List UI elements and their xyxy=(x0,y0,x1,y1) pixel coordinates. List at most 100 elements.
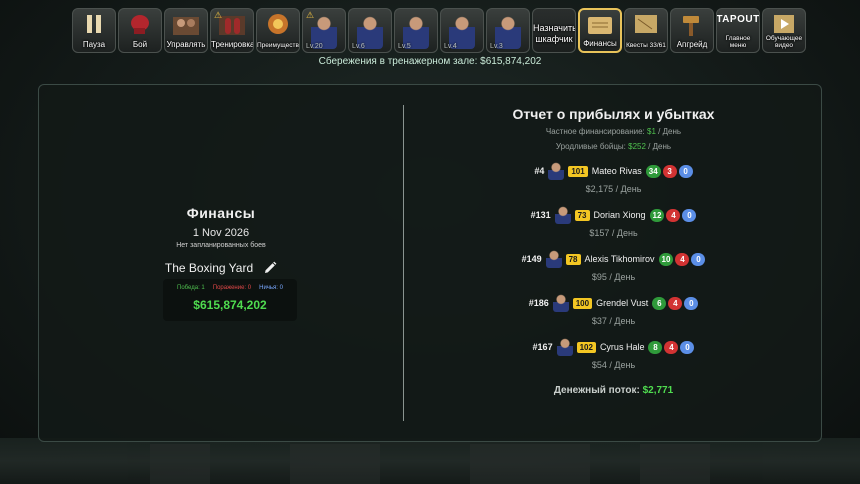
training-label: Тренировка xyxy=(211,40,254,49)
tutorial-video-label: Обучающее видео xyxy=(765,35,803,49)
fighter-name: Mateo Rivas xyxy=(591,166,642,176)
losses-pill: 4 xyxy=(664,340,679,354)
fighter-avatar xyxy=(545,250,562,268)
tutorial-video-button[interactable]: Обучающее видео xyxy=(762,8,806,53)
draws-pill: 0 xyxy=(678,164,693,178)
fighter-name: Cyrus Hale xyxy=(599,342,645,352)
main-menu-button[interactable]: TAPOUT Главное меню xyxy=(716,8,760,53)
manage-button[interactable]: Управлять xyxy=(164,8,208,53)
pnl-title: Отчет о прибылях и убытках xyxy=(512,106,715,122)
wins-pill: 10 xyxy=(658,252,674,266)
gym-money: $615,874,202 xyxy=(193,298,267,312)
wins-pill: 8 xyxy=(648,340,663,354)
fighter-5-button[interactable]: Lv.3 xyxy=(486,8,530,53)
gym-name: The Boxing Yard xyxy=(164,261,254,275)
losses-pill: 4 xyxy=(668,296,683,310)
fighter-row[interactable]: #186 100 Grendel Vust 6 4 0 xyxy=(404,294,823,312)
wins-pill: 34 xyxy=(645,164,661,178)
fighter-avatar xyxy=(556,338,573,356)
fighter-2-button[interactable]: Lv.6 xyxy=(348,8,392,53)
draws-pill: 0 xyxy=(680,340,695,354)
profit-loss-statement: Отчет о прибылях и убытках Частное финан… xyxy=(404,85,823,441)
draws-pill: 0 xyxy=(682,208,697,222)
fighter-rank: #186 xyxy=(528,298,549,308)
fighter-1-button[interactable]: ⚠ Lv.20 xyxy=(302,8,346,53)
warning-icon: ⚠ xyxy=(214,10,223,20)
wins-text: Победа: 1 xyxy=(177,285,205,291)
current-date: 1 Nov 2026 xyxy=(192,227,250,239)
main-menu-label: Главное меню xyxy=(725,35,751,49)
fighter-3-button[interactable]: Lv.5 xyxy=(394,8,438,53)
losses-pill: 3 xyxy=(662,164,677,178)
fighter-level: Lv.20 xyxy=(306,43,323,50)
draws-text: Ничья: 0 xyxy=(259,285,283,291)
fighter-row[interactable]: #167 102 Cyrus Hale 8 4 0 xyxy=(404,338,823,356)
fighter-name: Grendel Vust xyxy=(596,298,649,308)
fighter-rating: 73 xyxy=(574,209,590,221)
fighter-row[interactable]: #4 101 Mateo Rivas 34 3 0 xyxy=(404,162,823,180)
quests-label: Квесты 33/61 xyxy=(626,42,666,49)
assign-locker-button[interactable]: Назначить шкафчик xyxy=(532,8,576,53)
fight-label: Бой xyxy=(132,40,148,49)
fighter-pay: $157 / День xyxy=(589,228,638,238)
perks-label: Преимущества xyxy=(257,42,300,49)
fighter-level: Lv.6 xyxy=(352,43,365,50)
fighter-rank: #149 xyxy=(521,254,542,264)
fighter-pay: $37 / День xyxy=(591,316,636,326)
fighter-rank: #131 xyxy=(530,210,551,220)
pause-button[interactable]: Пауза xyxy=(72,8,116,53)
perks-button[interactable]: Преимущества xyxy=(256,8,300,53)
cashflow-label: Денежный поток: xyxy=(553,385,640,396)
losses-pill: 4 xyxy=(675,252,690,266)
upgrade-button[interactable]: Апгрейд xyxy=(670,8,714,53)
top-toolbar: Пауза Бой Управлять ⚠ Тренировка Преимущ… xyxy=(72,8,806,53)
record-line: Победа: 1 Поражение: 0 Ничья: 0 xyxy=(163,285,297,291)
pause-label: Пауза xyxy=(82,40,106,49)
fighter-row[interactable]: #131 73 Dorian Xiong 12 4 0 xyxy=(404,206,823,224)
manage-label: Управлять xyxy=(166,40,206,49)
wins-pill: 12 xyxy=(649,208,665,222)
assign-locker-label: Назначить шкафчик xyxy=(533,23,576,44)
finances-summary: Финансы 1 Nov 2026 Нет запланированных б… xyxy=(39,85,403,441)
pencil-icon[interactable] xyxy=(263,261,277,275)
fighter-level: Lv.5 xyxy=(398,43,411,50)
losses-text: Поражение: 0 xyxy=(212,285,252,291)
fighter-rank: #167 xyxy=(532,342,553,352)
fighter-pay: $2,175 / День xyxy=(585,184,642,194)
record-box: Победа: 1 Поражение: 0 Ничья: 0 $615,874… xyxy=(163,279,297,321)
upgrade-label: Апгрейд xyxy=(676,40,708,49)
fighter-row[interactable]: #149 78 Alexis Tikhomirov 10 4 0 xyxy=(404,250,823,268)
fighter-rating: 102 xyxy=(576,341,596,353)
fighter-avatar xyxy=(552,294,569,312)
fighter-level: Lv.3 xyxy=(490,43,503,50)
fighter-rank: #4 xyxy=(534,166,545,176)
warning-icon: ⚠ xyxy=(306,10,315,20)
finances-button[interactable]: Финансы xyxy=(578,8,622,53)
fighter-pay: $95 / День xyxy=(591,272,636,282)
fight-button[interactable]: Бой xyxy=(118,8,162,53)
fighter-4-button[interactable]: Lv.4 xyxy=(440,8,484,53)
no-matches-text: Нет запланированных боев xyxy=(176,242,266,249)
fighter-rating: 78 xyxy=(565,253,581,265)
draws-pill: 0 xyxy=(691,252,706,266)
gym-name-row: The Boxing Yard xyxy=(39,261,403,275)
cashflow-value: $2,771 xyxy=(642,385,674,396)
gym-savings: Сбережения в тренажерном зале: $615,874,… xyxy=(318,56,542,67)
fighter-name: Alexis Tikhomirov xyxy=(584,254,655,264)
fighter-avatar xyxy=(548,162,565,180)
draws-pill: 0 xyxy=(684,296,699,310)
finances-title: Финансы xyxy=(186,205,256,221)
fighter-level: Lv.4 xyxy=(444,43,457,50)
homegrown-fighters-line: Уродливые бойцы: $252 / День xyxy=(555,142,672,151)
fighter-avatar xyxy=(554,206,571,224)
training-button[interactable]: ⚠ Тренировка xyxy=(210,8,254,53)
finances-label: Финансы xyxy=(583,39,617,48)
background-floor xyxy=(0,438,860,484)
private-funding-line: Частное финансирование: $1 / День xyxy=(545,127,682,136)
quests-button[interactable]: Квесты 33/61 xyxy=(624,8,668,53)
wins-pill: 6 xyxy=(652,296,667,310)
fighter-rating: 100 xyxy=(572,297,593,309)
fighter-name: Dorian Xiong xyxy=(593,210,646,220)
finances-panel: Финансы 1 Nov 2026 Нет запланированных б… xyxy=(38,84,822,442)
fighter-pay: $54 / День xyxy=(591,360,636,370)
